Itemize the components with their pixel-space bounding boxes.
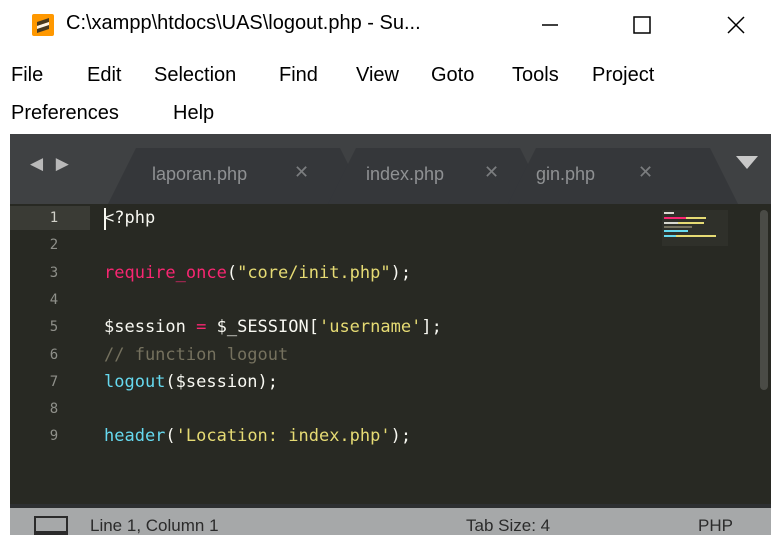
code-line[interactable]: // function logout	[104, 345, 288, 365]
syntax-mode[interactable]: PHP	[698, 516, 733, 535]
code-token: ];	[421, 317, 442, 338]
line-number: 8	[49, 401, 59, 418]
menu-bar: File Edit Selection Find View Goto Tools…	[0, 56, 771, 132]
line-number: 5	[49, 319, 59, 336]
close-icon	[727, 16, 745, 34]
menu-help[interactable]: Help	[173, 102, 214, 125]
menu-preferences[interactable]: Preferences	[11, 102, 119, 125]
code-token: logout	[104, 371, 166, 392]
code-token: ($session);	[165, 371, 279, 392]
tab-size[interactable]: Tab Size: 4	[466, 516, 550, 535]
line-number: 7	[49, 373, 59, 390]
line-number: 3	[49, 264, 59, 281]
menu-project[interactable]: Project	[592, 64, 654, 87]
code-token: (	[165, 426, 176, 447]
status-bar: Line 1, Column 1 Tab Size: 4 PHP	[10, 508, 771, 535]
sublime-text-icon	[32, 14, 54, 36]
menu-find[interactable]: Find	[279, 64, 318, 87]
code-token: <?php	[104, 208, 156, 228]
code-token: $session	[104, 317, 197, 338]
tab-label: gin.php	[536, 164, 596, 184]
code-line[interactable]: logout($session);	[104, 372, 278, 392]
line-number: 9	[49, 428, 59, 445]
close-button[interactable]	[706, 0, 766, 50]
code-token: =	[196, 317, 207, 338]
code-token: $_SESSION[	[206, 317, 319, 338]
text-cursor	[104, 208, 106, 230]
code-token: header	[104, 426, 166, 447]
tab-label: index.php	[366, 164, 445, 184]
maximize-icon	[633, 16, 651, 34]
line-number: 2	[49, 237, 59, 254]
menu-view[interactable]: View	[356, 64, 399, 87]
code-line[interactable]: $session = $_SESSION['username'];	[104, 317, 442, 337]
menu-file[interactable]: File	[11, 64, 43, 87]
tab-bar: ◀ ▶ laporan.php ✕ index.php ✕ gin.php ✕	[10, 134, 771, 204]
minimize-button[interactable]	[520, 0, 580, 50]
menu-selection[interactable]: Selection	[154, 64, 236, 87]
title-bar: C:\xampp\htdocs\UAS\logout.php - Su...	[0, 0, 771, 50]
tab-close-icon[interactable]: ✕	[294, 162, 309, 183]
tab-close-icon[interactable]: ✕	[484, 162, 499, 183]
code-token: );	[390, 426, 412, 447]
code-token: );	[390, 262, 412, 283]
code-token: (	[226, 262, 238, 283]
menu-tools[interactable]: Tools	[512, 64, 559, 87]
cursor-position[interactable]: Line 1, Column 1	[90, 516, 219, 535]
triangle-down-icon[interactable]	[736, 156, 758, 169]
minimize-icon	[542, 24, 558, 26]
window-title: C:\xampp\htdocs\UAS\logout.php - Su...	[66, 12, 421, 34]
menu-goto[interactable]: Goto	[431, 64, 474, 87]
code-token: // function logout	[104, 344, 289, 365]
code-token: "core/init.php"	[237, 262, 391, 283]
tab-nav-arrows[interactable]: ◀ ▶	[30, 154, 73, 174]
line-number: 6	[49, 346, 59, 363]
tab-close-icon[interactable]: ✕	[638, 162, 653, 183]
minimap[interactable]	[662, 210, 728, 246]
panel-toggle-icon[interactable]	[34, 516, 68, 535]
maximize-button[interactable]	[612, 0, 672, 50]
vertical-scrollbar[interactable]	[760, 210, 768, 390]
code-line[interactable]: require_once("core/init.php");	[104, 263, 411, 283]
menu-edit[interactable]: Edit	[87, 64, 121, 87]
code-line[interactable]: header('Location: index.php');	[104, 426, 411, 446]
code-token: 'Location: index.php'	[175, 426, 391, 447]
code-token: require_once	[104, 262, 227, 283]
line-number: 4	[49, 291, 59, 308]
tab-label: laporan.php	[152, 164, 248, 184]
code-line[interactable]: <?php	[104, 208, 155, 228]
code-token: 'username'	[318, 317, 422, 338]
line-number: 1	[49, 210, 59, 226]
